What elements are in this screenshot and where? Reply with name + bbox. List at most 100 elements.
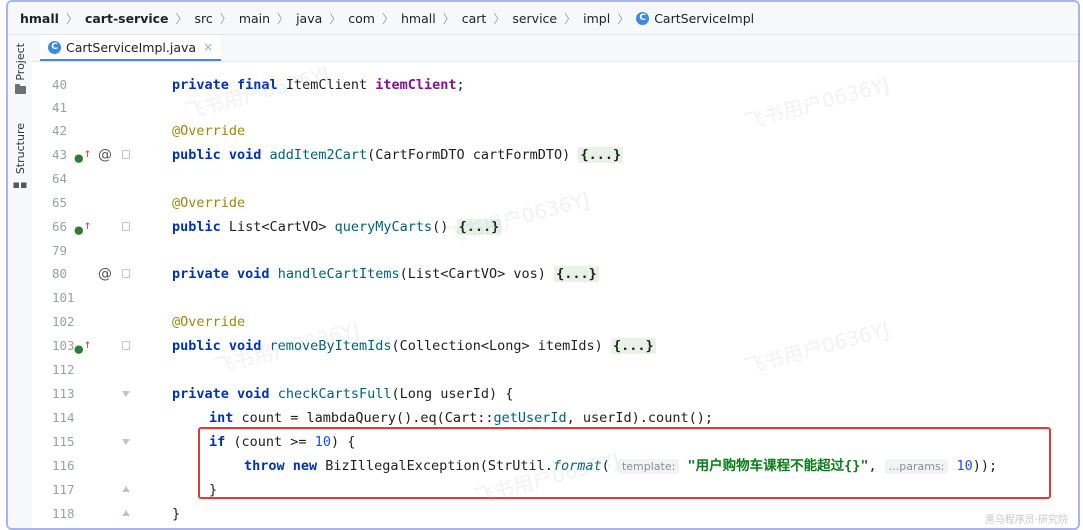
breadcrumb-src[interactable]: src: [195, 11, 213, 26]
code-text: private void checkCartsFull(Long userId)…: [172, 386, 514, 402]
folded-block: {...}: [456, 219, 502, 235]
annotation: @Override: [172, 314, 246, 330]
implements-icon[interactable]: ●↑: [74, 144, 91, 170]
chevron-right-icon: 〉: [329, 11, 342, 26]
code-text: private void handleCartItems(List<CartVO…: [172, 266, 599, 282]
line-number: 64: [52, 171, 68, 186]
line-number: 65: [52, 195, 68, 210]
code-line: 65 @Override: [32, 192, 1078, 214]
breadcrumb-cart-service[interactable]: cart-service: [85, 11, 169, 26]
chevron-right-icon: 〉: [277, 11, 290, 26]
code-text: public List<CartVO> queryMyCarts() {...}: [172, 219, 502, 235]
code-line: 115 if (count >= 10) {: [32, 431, 1078, 453]
folded-block: {...}: [578, 147, 624, 163]
close-icon[interactable]: ×: [203, 40, 213, 54]
breadcrumb-hmall-pkg[interactable]: hmall: [401, 11, 436, 26]
chevron-right-icon: 〉: [381, 11, 394, 26]
line-number: 116: [52, 458, 75, 473]
code-line: 103 ●↑ public void removeByItemIds(Colle…: [32, 335, 1078, 357]
line-number: 114: [52, 410, 75, 425]
line-number: 102: [52, 314, 75, 329]
fold-icon[interactable]: [122, 150, 130, 159]
implements-icon[interactable]: ●↑: [74, 335, 91, 361]
tool-window-bar: Project Structure ▪▪: [8, 35, 33, 528]
line-number: 101: [52, 290, 75, 305]
line-number: 118: [52, 506, 75, 521]
fold-icon[interactable]: [122, 341, 130, 350]
structure-tool-button[interactable]: Structure ▪▪: [8, 123, 32, 190]
code-line: 79: [32, 240, 1078, 262]
chevron-right-icon: 〉: [442, 11, 455, 26]
code-text: if (count >= 10) {: [209, 434, 356, 450]
at-icon[interactable]: @: [98, 263, 112, 285]
code-editor[interactable]: 40 private final ItemClient itemClient; …: [32, 62, 1078, 528]
tab-label: CartServiceImpl.java: [66, 39, 197, 55]
line-number: 80: [52, 266, 68, 281]
ide-window: hmall 〉 cart-service 〉 src 〉 main 〉 java 〉 co…: [6, 0, 1080, 530]
structure-icon: ▪▪: [12, 178, 28, 192]
breadcrumb-cart[interactable]: cart: [462, 11, 487, 26]
line-number: 40: [52, 77, 68, 92]
code-text: }: [209, 482, 218, 498]
code-line: 101: [32, 287, 1078, 309]
class-icon: C: [48, 40, 61, 54]
line-number: 41: [52, 100, 68, 115]
fold-end-icon[interactable]: [122, 510, 130, 516]
fold-icon[interactable]: [122, 222, 130, 231]
breadcrumb-hmall[interactable]: hmall: [20, 11, 59, 26]
chevron-right-icon: 〉: [219, 11, 232, 26]
code-line: 102 @Override: [32, 311, 1078, 333]
breadcrumb-service[interactable]: service: [512, 11, 557, 26]
param-hint-template: template:: [617, 459, 680, 474]
folder-icon: [14, 83, 26, 94]
line-number: 112: [52, 362, 75, 377]
fold-icon[interactable]: [122, 269, 130, 278]
project-label: Project: [13, 43, 27, 81]
code-line: 117 }: [32, 479, 1078, 501]
chevron-right-icon: 〉: [564, 11, 577, 26]
fold-arrow-icon[interactable]: [122, 391, 130, 397]
corner-watermark: 黑马程序员·研究院: [984, 515, 1068, 526]
breadcrumb-main[interactable]: main: [239, 11, 270, 26]
at-icon[interactable]: @: [98, 144, 112, 166]
code-line: 113 private void checkCartsFull(Long use…: [32, 383, 1078, 405]
code-line: 114 int count = lambdaQuery().eq(Cart::g…: [32, 407, 1078, 429]
chevron-right-icon: 〉: [65, 11, 78, 26]
line-number: 115: [52, 434, 75, 449]
folded-block: {...}: [610, 338, 656, 354]
structure-label: Structure: [13, 123, 27, 175]
line-number: 117: [52, 482, 75, 497]
code-text: private final ItemClient itemClient;: [172, 77, 465, 93]
annotation: @Override: [172, 195, 246, 211]
chevron-right-icon: 〉: [617, 11, 630, 26]
breadcrumb-impl[interactable]: impl: [583, 11, 610, 26]
implements-icon[interactable]: ●↑: [74, 216, 91, 242]
fold-arrow-icon[interactable]: [122, 439, 130, 445]
tab-cartserviceimpl[interactable]: C CartServiceImpl.java ×: [40, 35, 222, 61]
editor-tabs: C CartServiceImpl.java ×: [32, 35, 1078, 62]
code-line: 64: [32, 168, 1078, 190]
code-line: 116 throw new BizIllegalException(StrUti…: [32, 455, 1078, 477]
breadcrumb-com[interactable]: com: [348, 11, 375, 26]
breadcrumb: hmall 〉 cart-service 〉 src 〉 main 〉 java 〉 co…: [8, 2, 1078, 35]
annotation: @Override: [172, 123, 246, 139]
line-number: 42: [52, 123, 68, 138]
code-text: public void addItem2Cart(CartFormDTO car…: [172, 147, 624, 163]
code-line: 80 @ private void handleCartItems(List<C…: [32, 263, 1078, 285]
param-hint-params: ...params:: [884, 459, 949, 474]
line-number: 113: [52, 386, 75, 401]
line-number: 79: [52, 243, 68, 258]
code-line: 112: [32, 359, 1078, 381]
chevron-right-icon: 〉: [493, 11, 506, 26]
breadcrumb-java[interactable]: java: [296, 11, 322, 26]
code-line: 40 private final ItemClient itemClient;: [32, 74, 1078, 96]
code-text: throw new BizIllegalException(StrUtil.fo…: [244, 458, 998, 474]
breadcrumb-cartserviceimpl[interactable]: C CartServiceImpl: [636, 11, 754, 26]
code-text: int count = lambdaQuery().eq(Cart::getUs…: [209, 410, 713, 426]
folded-block: {...}: [554, 266, 599, 282]
code-text: }: [172, 506, 181, 522]
code-line: 42 @Override: [32, 120, 1078, 142]
breadcrumb-class-label: CartServiceImpl: [654, 10, 755, 26]
fold-end-icon[interactable]: [122, 486, 130, 492]
project-tool-button[interactable]: Project: [8, 43, 32, 94]
